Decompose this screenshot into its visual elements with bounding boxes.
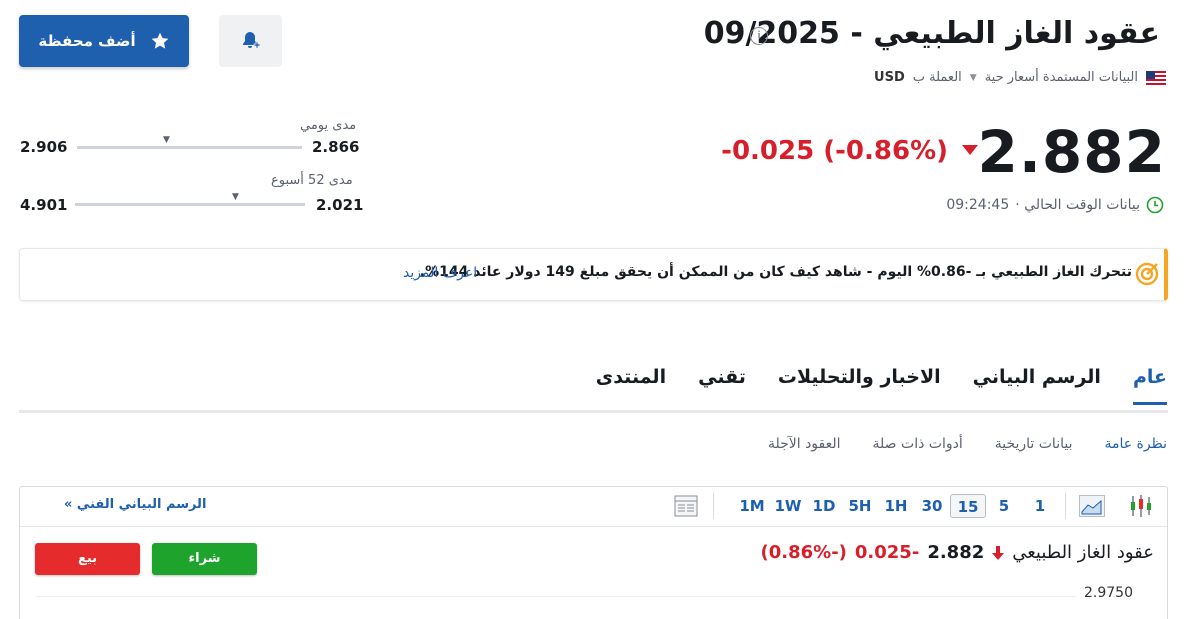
daily-range-high: 2.906 [20, 138, 68, 156]
interval-15[interactable]: 15 [950, 494, 986, 518]
interval-5h[interactable]: 5H [842, 494, 878, 518]
add-portfolio-button[interactable]: أضف محفظة [19, 15, 189, 67]
week52-range-high: 4.901 [20, 196, 68, 214]
week52-range-bar [75, 203, 305, 206]
interval-1m[interactable]: 1M [734, 494, 770, 518]
data-source-label[interactable]: البيانات المستمدة أسعار حية [985, 70, 1138, 85]
subtab-historical-data[interactable]: بيانات تاريخية [995, 436, 1073, 452]
tabs-divider [19, 410, 1168, 413]
interval-5[interactable]: 5 [986, 494, 1022, 518]
area-chart-icon[interactable] [1078, 493, 1106, 519]
daily-range-bar [77, 146, 302, 149]
sub-tabs: نظرة عامة بيانات تاريخية أدوات ذات صلة ا… [768, 436, 1167, 452]
us-flag-icon [1146, 70, 1166, 85]
daily-range-marker: ▼ [163, 135, 170, 145]
interval-1h[interactable]: 1H [878, 494, 914, 518]
technical-chart-link[interactable]: الرسم البياني الفني » [64, 497, 206, 512]
learn-more-link[interactable]: اعرف المزيد [403, 265, 477, 281]
chart-gridline [36, 596, 1076, 597]
week52-range-marker: ▼ [232, 192, 239, 202]
promo-text: تتحرك الغاز الطبيعي بـ -0.86% اليوم - شا… [419, 264, 1132, 280]
interval-30[interactable]: 30 [914, 494, 950, 518]
candlestick-icon[interactable] [1127, 493, 1155, 519]
last-price: 2.882 [977, 118, 1166, 186]
interval-1[interactable]: 1 [1022, 494, 1058, 518]
subtab-overview[interactable]: نظرة عامة [1104, 436, 1167, 452]
tab-technical[interactable]: تقني [698, 366, 746, 405]
add-portfolio-label: أضف محفظة [38, 32, 136, 50]
currency-label: العملة ب [912, 70, 962, 85]
week52-range-low: 2.021 [316, 196, 364, 214]
price-change: -0.025 (-0.86%) [721, 136, 948, 166]
chart-instrument-name: عقود الغاز الطبيعي [1012, 542, 1154, 563]
chevron-down-icon[interactable]: ▼ [970, 73, 977, 83]
red-down-arrow-icon [992, 545, 1005, 560]
tab-forum[interactable]: المنتدى [596, 366, 666, 405]
last-update: بيانات الوقت الحالي · 09:24:45 [946, 196, 1164, 214]
toolbar-separator [1065, 493, 1066, 519]
chart-change: -0.025 [854, 542, 920, 563]
daily-range-low: 2.866 [312, 138, 360, 156]
down-arrow-icon [962, 145, 978, 155]
clock-icon [1146, 196, 1164, 214]
bell-plus-icon [242, 32, 260, 49]
currency-value: USD [874, 70, 905, 85]
tab-general[interactable]: عام [1132, 366, 1167, 405]
main-tabs: عام الرسم البياني الاخبار والتحليلات تقن… [596, 366, 1167, 405]
star-icon [151, 32, 169, 49]
toolbar-separator [713, 493, 714, 519]
target-icon [1135, 262, 1159, 286]
buy-button[interactable]: شراء [152, 543, 257, 575]
week52-range-label: مدى 52 أسبوع [271, 173, 353, 188]
tab-news-analysis[interactable]: الاخبار والتحليلات [778, 366, 941, 405]
info-icon[interactable]: i [750, 27, 768, 45]
chart-change-pct: (-0.86%) [760, 542, 847, 563]
interval-1d[interactable]: 1D [806, 494, 842, 518]
interval-1w[interactable]: 1W [770, 494, 806, 518]
page-title: عقود الغاز الطبيعي - 09/2025 [703, 16, 1160, 51]
subtab-related-instruments[interactable]: أدوات ذات صلة [873, 436, 963, 452]
y-axis-tick: 2.9750 [1084, 585, 1133, 601]
daily-range-label: مدى يومي [300, 118, 357, 133]
subtab-futures-contracts[interactable]: العقود الآجلة [768, 436, 841, 452]
add-alert-button[interactable] [219, 15, 282, 67]
time-label: بيانات الوقت الحالي · [1015, 197, 1140, 213]
quote-subline: البيانات المستمدة أسعار حية ▼ العملة ب U… [874, 70, 1166, 85]
table-view-icon[interactable] [672, 493, 700, 519]
sell-button[interactable]: بيع [35, 543, 140, 575]
chart-instrument-header: عقود الغاز الطبيعي 2.882 -0.025 (-0.86%) [761, 542, 1155, 563]
time-value: 09:24:45 [946, 197, 1010, 213]
tab-chart[interactable]: الرسم البياني [973, 366, 1101, 405]
chart-price: 2.882 [927, 542, 985, 563]
interval-selector: 1M 1W 1D 5H 1H 30 15 5 1 [734, 494, 1058, 518]
chart-toolbar-divider [20, 526, 1167, 527]
